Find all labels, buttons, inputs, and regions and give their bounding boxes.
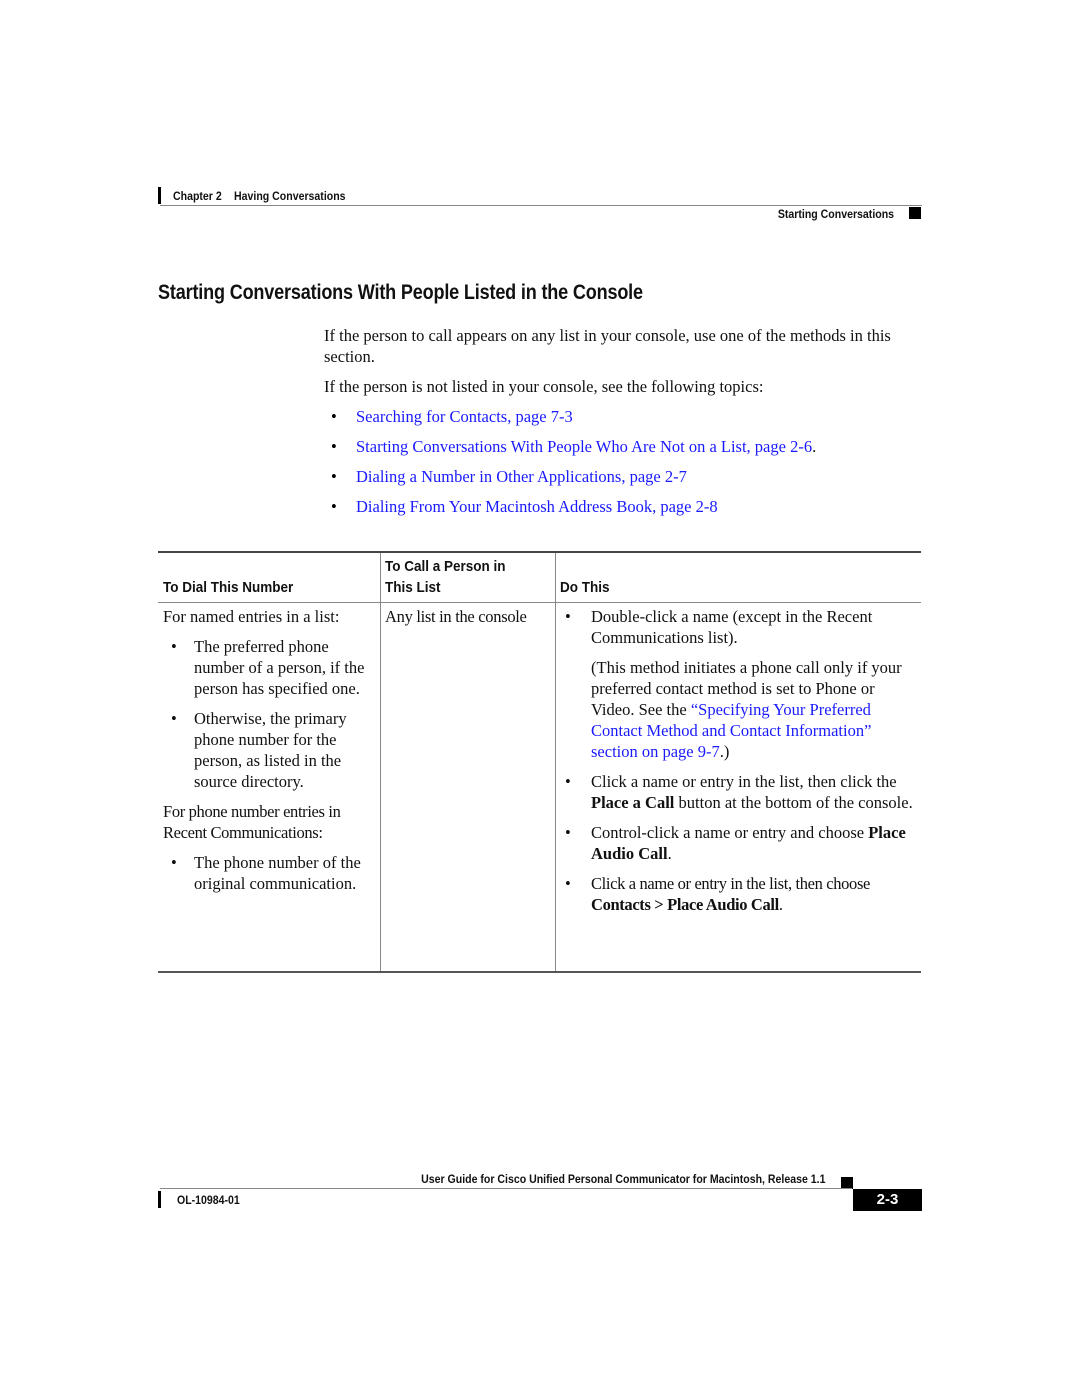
method-list: • Double-click a name (except in the Rece… xyxy=(560,606,920,648)
column-header-call-person: To Call a Person in This List xyxy=(385,556,506,598)
method-item-double-click: • Double-click a name (except in the Rece… xyxy=(560,606,920,648)
list-item-text: The phone number of the original communi… xyxy=(194,853,361,893)
column-header-do-this: Do This xyxy=(560,579,610,596)
list-item: • The phone number of the original commun… xyxy=(163,852,378,894)
table-top-rule xyxy=(158,551,921,553)
list-item: • The preferred phone number of a person,… xyxy=(163,636,378,699)
column-divider xyxy=(555,553,556,971)
list-item: • Otherwise, the primary phone number for… xyxy=(163,708,378,792)
page-number-badge: 2-3 xyxy=(853,1189,922,1211)
bullet-icon: • xyxy=(171,853,177,872)
ui-term-contacts-place-audio-call: Contacts > Place Audio Call xyxy=(591,895,779,914)
footer-guide-title: User Guide for Cisco Unified Personal Co… xyxy=(420,1172,825,1186)
topic-item: • Starting Conversations With People Who … xyxy=(324,436,816,466)
bullet-icon: • xyxy=(171,709,177,728)
header-bar-mark xyxy=(158,187,161,204)
method-text: Double-click a name (except in the Recen… xyxy=(591,607,873,647)
list-item-text: Otherwise, the primary phone number for … xyxy=(194,709,347,791)
named-entries-list: • The preferred phone number of a person,… xyxy=(163,636,378,792)
topic-item: • Dialing From Your Macintosh Address Boo… xyxy=(324,496,816,526)
topic-link-searching-contacts[interactable]: Searching for Contacts, page 7-3 xyxy=(356,407,573,426)
topic-list: • Searching for Contacts, page 7-3 • Start… xyxy=(324,406,816,526)
bullet-icon: • xyxy=(331,407,337,426)
column-header-line: To Call a Person in xyxy=(385,558,506,575)
method-text: button at the bottom of the console. xyxy=(674,793,913,812)
footer-bar-mark xyxy=(158,1191,161,1208)
bullet-icon: • xyxy=(171,637,177,656)
method-item-contacts-menu: • Click a name or entry in the list, then… xyxy=(560,873,920,915)
note-text: .) xyxy=(719,742,730,761)
intro-paragraph-1: If the person to call appears on any lis… xyxy=(324,326,891,366)
bullet-icon: • xyxy=(565,607,571,626)
topic-item: • Dialing a Number in Other Applications,… xyxy=(324,466,816,496)
chapter-title: Having Conversations xyxy=(234,189,346,203)
bullet-icon: • xyxy=(331,497,337,516)
header-square-mark xyxy=(909,207,921,219)
column-divider xyxy=(380,553,381,971)
phone-entries-intro: For phone number entries in Recent Commu… xyxy=(163,802,341,842)
method-item-place-call-button: • Click a name or entry in the list, then… xyxy=(560,771,920,813)
topic-link-address-book[interactable]: Dialing From Your Macintosh Address Book… xyxy=(356,497,718,516)
bullet-icon: • xyxy=(565,823,571,842)
footer-rule xyxy=(160,1188,852,1189)
method-text: Click a name or entry in the list, then … xyxy=(591,874,870,893)
topic-suffix: . xyxy=(812,437,817,456)
running-header-section: Starting Conversations xyxy=(777,207,894,221)
column-header-line: This List xyxy=(385,579,441,596)
bullet-icon: • xyxy=(331,437,337,456)
method-text: Click a name or entry in the list, then … xyxy=(591,772,897,791)
table-header-rule xyxy=(158,602,921,603)
running-header-chapter: Chapter 2 Having Conversations xyxy=(173,189,346,203)
chapter-label: Chapter 2 xyxy=(173,189,222,203)
footer-doc-number: OL-10984-01 xyxy=(177,1193,240,1207)
method-text: . xyxy=(667,844,672,863)
header-rule xyxy=(160,205,922,206)
method-item-control-click: • Control-click a name or entry and choos… xyxy=(560,822,920,864)
method-list: • Click a name or entry in the list, then… xyxy=(560,771,920,915)
phone-entries-list: • The phone number of the original commun… xyxy=(163,852,378,894)
bullet-icon: • xyxy=(331,467,337,486)
ui-term-place-a-call: Place a Call xyxy=(591,793,675,812)
intro-paragraph-2: If the person is not listed in your cons… xyxy=(324,377,764,396)
method-text: Control-click a name or entry and choose xyxy=(591,823,869,842)
bullet-icon: • xyxy=(565,772,571,791)
page-title: Starting Conversations With People Liste… xyxy=(158,281,643,304)
column-header-dial-number: To Dial This Number xyxy=(163,579,294,596)
table-cell-do-this: • Double-click a name (except in the Rece… xyxy=(560,606,920,924)
method-note: (This method initiates a phone call only… xyxy=(560,657,920,762)
topic-link-not-on-list[interactable]: Starting Conversations With People Who A… xyxy=(356,437,812,456)
method-text: . xyxy=(778,895,783,914)
list-item-text: The preferred phone number of a person, … xyxy=(194,637,365,698)
topic-item: • Searching for Contacts, page 7-3 xyxy=(324,406,816,436)
bullet-icon: • xyxy=(565,874,571,893)
table-cell-dial-number: For named entries in a list: • The prefer… xyxy=(163,606,378,903)
table-bottom-rule xyxy=(158,971,921,973)
table-cell-call-person: Any list in the console xyxy=(385,607,527,626)
named-entries-intro: For named entries in a list: xyxy=(163,607,340,626)
topic-link-other-applications[interactable]: Dialing a Number in Other Applications, … xyxy=(356,467,687,486)
